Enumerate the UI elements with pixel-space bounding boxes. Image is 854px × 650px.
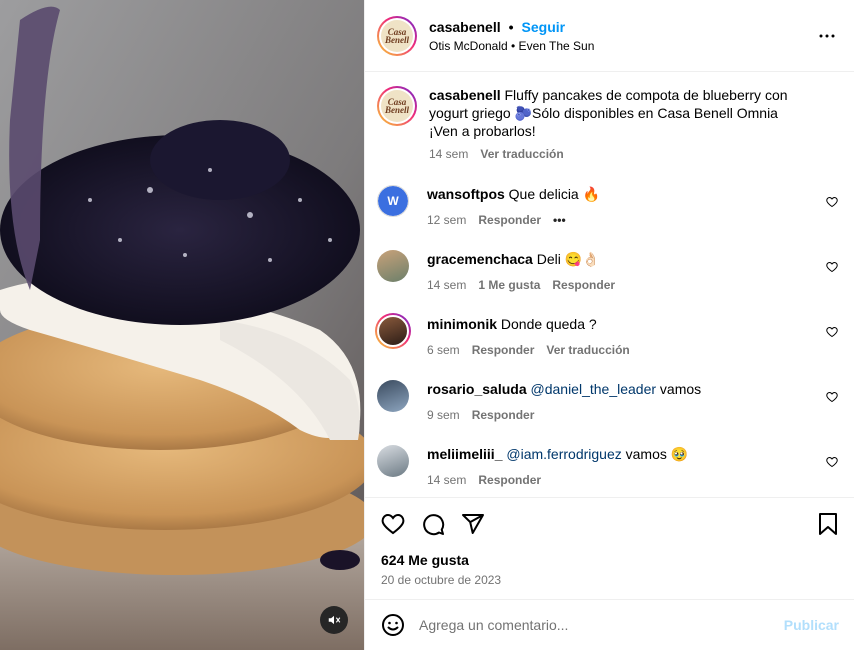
comment-text: Donde queda ? xyxy=(500,316,597,332)
heart-icon xyxy=(826,456,838,468)
post-actions: 624 Me gusta 20 de octubre de 2023 xyxy=(365,497,854,587)
heart-icon xyxy=(826,326,838,338)
comment-item: gracemenchaca Deli 😋👌🏻 14 sem 1 Me gusta… xyxy=(377,250,838,315)
translate-link[interactable]: Ver traducción xyxy=(480,147,563,161)
paper-plane-icon xyxy=(462,514,484,534)
reply-button[interactable]: Responder xyxy=(478,213,541,227)
comment-time[interactable]: 9 sem xyxy=(427,408,460,422)
like-comment-button[interactable] xyxy=(826,260,838,276)
more-horizontal-icon xyxy=(819,34,835,38)
comment-text: Que delicia 🔥 xyxy=(508,186,601,202)
like-button[interactable] xyxy=(381,512,405,536)
comment-input[interactable] xyxy=(419,617,759,633)
post-date[interactable]: 20 de octubre de 2023 xyxy=(381,573,839,587)
caption: Casa Benell casabenell Fluffy pancakes d… xyxy=(377,86,838,161)
commenter-avatar[interactable] xyxy=(377,250,409,282)
commenter-avatar[interactable]: W xyxy=(377,185,409,217)
post-modal: Casa Benell casabenell • Seguir Otis McD… xyxy=(0,0,854,650)
emoji-smiley-icon xyxy=(382,614,404,636)
mute-button[interactable] xyxy=(320,606,348,634)
comment-time[interactable]: 14 sem xyxy=(427,473,466,487)
comment-item: rosario_saluda @daniel_the_leader vamos … xyxy=(377,380,838,445)
share-button[interactable] xyxy=(461,512,485,536)
comment-text: Deli 😋👌🏻 xyxy=(536,251,600,267)
publish-button[interactable]: Publicar xyxy=(784,617,839,633)
like-comment-button[interactable] xyxy=(826,195,838,211)
comment-item: meliimeliii_ @iam.ferrodriguez vamos 🥹 1… xyxy=(377,445,838,496)
casabenell-logo: Casa Benell xyxy=(381,90,413,122)
commenter-avatar[interactable] xyxy=(377,445,409,477)
wansoft-logo: W xyxy=(378,186,408,216)
bookmark-icon xyxy=(819,513,837,535)
heart-icon xyxy=(826,196,838,208)
comment-item: W wansoftpos Que delicia 🔥 12 sem Respon… xyxy=(377,185,838,250)
emoji-button[interactable] xyxy=(381,613,405,637)
pancake-photo xyxy=(0,0,364,650)
commenter-avatar[interactable] xyxy=(377,380,409,412)
reply-button[interactable]: Responder xyxy=(472,343,535,357)
heart-icon xyxy=(826,391,838,403)
post-header: Casa Benell casabenell • Seguir Otis McD… xyxy=(365,0,854,72)
comment-time[interactable]: 12 sem xyxy=(427,213,466,227)
comment-mention[interactable]: @iam.ferrodriguez xyxy=(506,446,621,462)
post-panel: Casa Benell casabenell • Seguir Otis McD… xyxy=(364,0,854,650)
follow-button[interactable]: Seguir xyxy=(522,19,566,35)
caption-avatar[interactable]: Casa Benell xyxy=(377,86,417,126)
reply-button[interactable]: Responder xyxy=(472,408,535,422)
heart-icon xyxy=(826,261,838,273)
comment-options-button[interactable]: ••• xyxy=(553,213,566,227)
audio-attribution[interactable]: Otis McDonald • Even The Sun xyxy=(429,39,594,53)
comment-item: minimonik Donde queda ? 6 sem Responder … xyxy=(375,313,838,380)
translate-link[interactable]: Ver traducción xyxy=(546,343,629,357)
comment-username[interactable]: rosario_saluda xyxy=(427,381,527,397)
add-comment-bar: Publicar xyxy=(365,599,854,650)
post-media[interactable] xyxy=(0,0,364,650)
reply-button[interactable]: Responder xyxy=(478,473,541,487)
comment-mention[interactable]: @daniel_the_leader xyxy=(531,381,657,397)
comment-bubble-icon xyxy=(423,514,445,536)
comment-text: vamos 🥹 xyxy=(621,446,689,462)
comments-list[interactable]: Casa Benell casabenell Fluffy pancakes d… xyxy=(365,72,854,496)
comment-username[interactable]: meliimeliii_ xyxy=(427,446,502,462)
comment-likes[interactable]: 1 Me gusta xyxy=(478,278,540,292)
speaker-muted-icon xyxy=(328,615,341,625)
caption-time[interactable]: 14 sem xyxy=(429,147,468,161)
casabenell-logo: Casa Benell xyxy=(381,19,413,52)
comment-button[interactable] xyxy=(421,512,445,536)
author-avatar[interactable]: Casa Benell xyxy=(377,15,417,56)
heart-icon xyxy=(381,513,405,535)
comment-username[interactable]: minimonik xyxy=(427,316,497,332)
like-count[interactable]: 624 Me gusta xyxy=(381,552,839,568)
reply-button[interactable]: Responder xyxy=(552,278,615,292)
comment-time[interactable]: 14 sem xyxy=(427,278,466,292)
caption-username[interactable]: casabenell xyxy=(429,87,501,103)
like-comment-button[interactable] xyxy=(826,390,838,406)
like-comment-button[interactable] xyxy=(826,325,838,341)
commenter-avatar[interactable] xyxy=(375,313,411,349)
comment-text: vamos xyxy=(656,381,702,397)
save-button[interactable] xyxy=(817,512,839,536)
more-options-button[interactable] xyxy=(818,27,836,48)
like-comment-button[interactable] xyxy=(826,455,838,471)
author-username[interactable]: casabenell xyxy=(429,19,501,35)
comment-username[interactable]: gracemenchaca xyxy=(427,251,533,267)
comment-time[interactable]: 6 sem xyxy=(427,343,460,357)
comment-username[interactable]: wansoftpos xyxy=(427,186,505,202)
separator-dot: • xyxy=(508,18,514,35)
